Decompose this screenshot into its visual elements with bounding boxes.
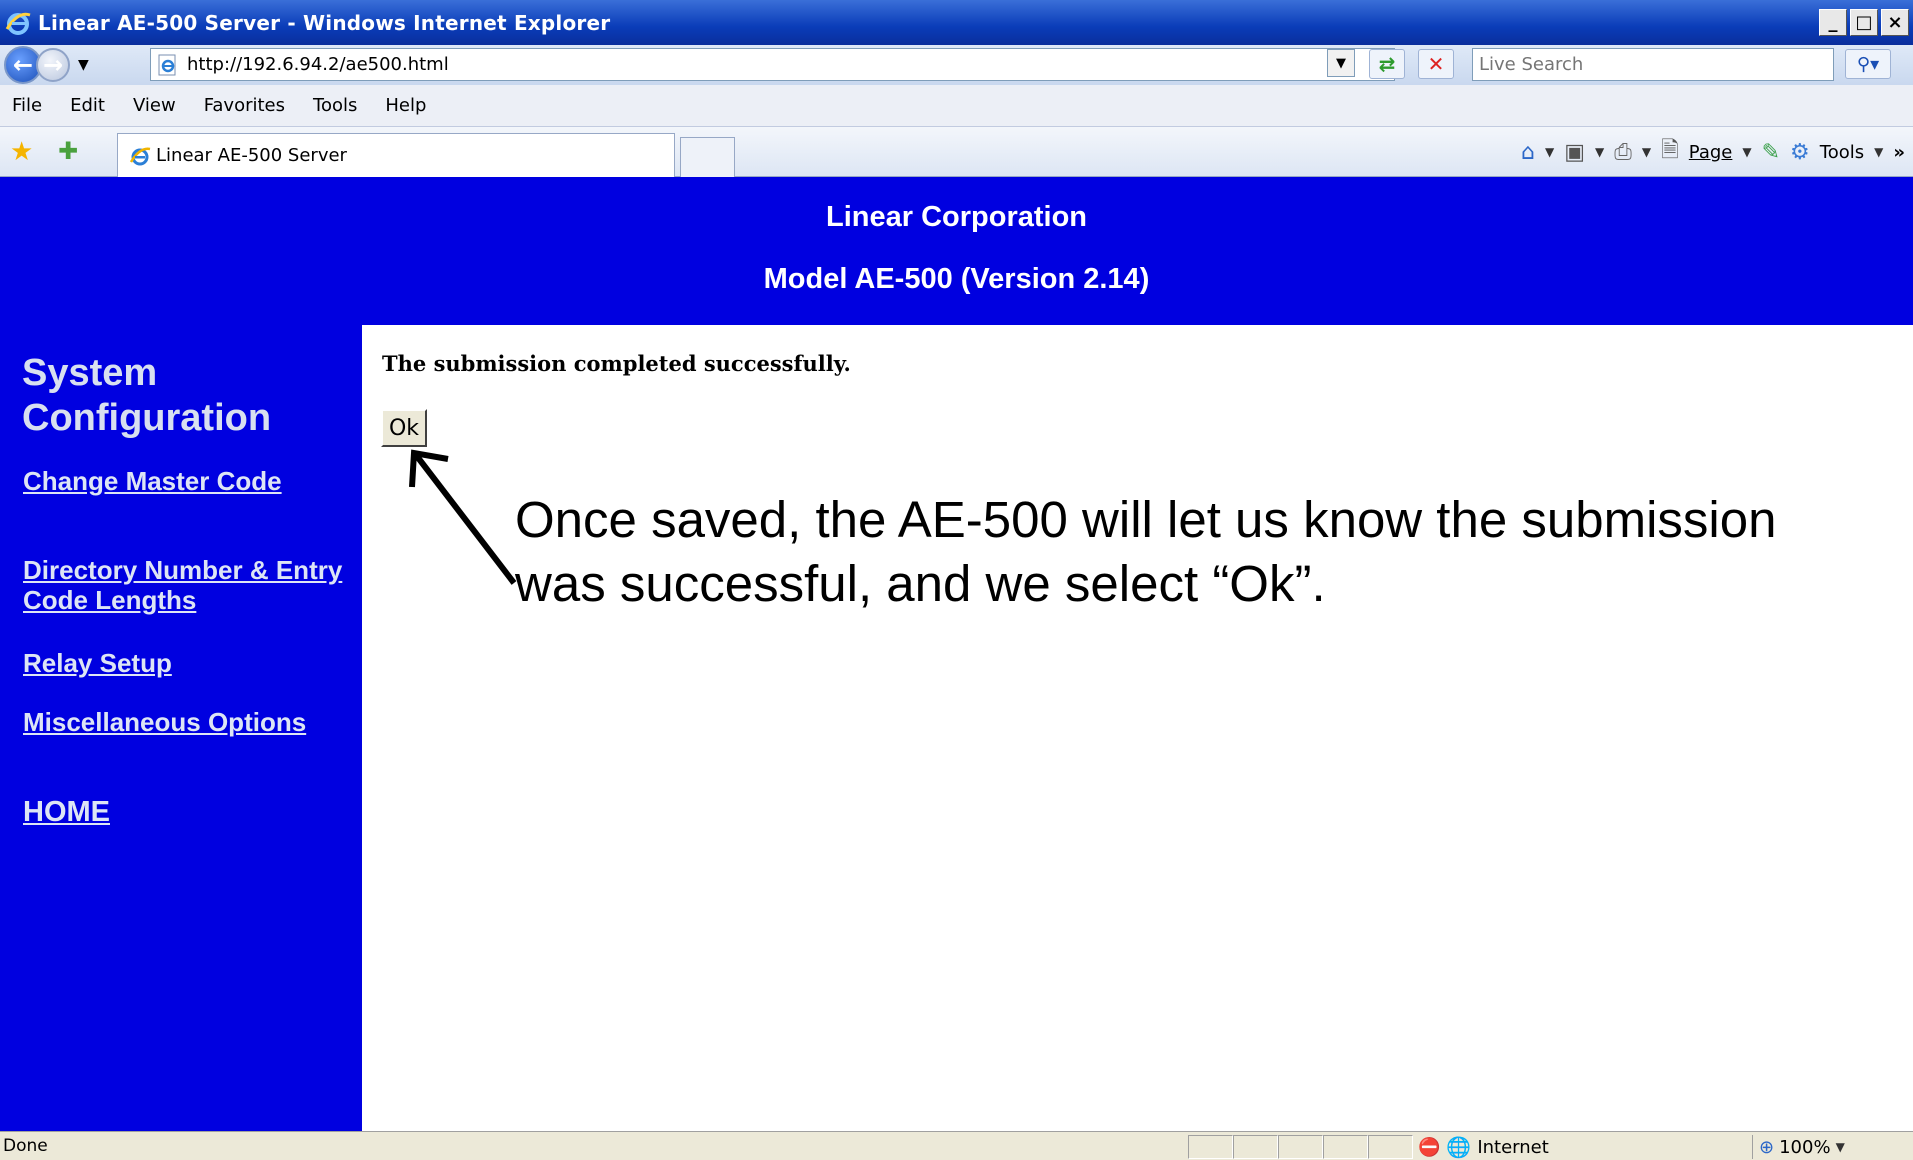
search-field[interactable] [1472, 48, 1834, 81]
menu-edit[interactable]: Edit [70, 95, 105, 116]
favorites-star-icon[interactable]: ★ [10, 137, 33, 167]
status-text: Done [3, 1136, 48, 1156]
forward-arrow-icon: → [42, 51, 64, 79]
sidebar-link-directory-number[interactable]: Directory Number & Entry Code Lengths [23, 555, 343, 615]
address-dropdown-icon[interactable]: ▼ [1327, 49, 1355, 77]
tab-ie-icon [129, 147, 151, 165]
sidebar-link-home[interactable]: HOME [23, 797, 343, 827]
status-panel [1278, 1135, 1323, 1159]
status-panel [1323, 1135, 1368, 1159]
forward-button[interactable]: → [36, 48, 70, 82]
toolbar-overflow-icon[interactable]: » [1893, 142, 1905, 163]
back-arrow-icon: ← [12, 51, 34, 79]
zone-label: Internet [1477, 1136, 1549, 1158]
maximize-button[interactable]: □ [1850, 9, 1878, 36]
menu-help[interactable]: Help [385, 95, 426, 116]
globe-icon: 🌐 [1446, 1135, 1472, 1159]
new-tab-button[interactable] [680, 137, 735, 177]
command-bar: ⌂ ▼ ▣ ▼ ⎙ ▼ 🗎 Page ▼ ✎ ⚙ Tools ▼ » [1521, 137, 1913, 167]
page-header: Linear Corporation Model AE-500 (Version… [0, 177, 1913, 325]
address-field[interactable]: http://192.6.94.2/ae500.html [150, 48, 1395, 81]
feeds-icon[interactable]: ▣ [1564, 140, 1585, 165]
research-icon[interactable]: ✎ [1762, 140, 1780, 165]
page-menu-icon: 🗎 [1661, 138, 1679, 163]
company-name: Linear Corporation [825, 201, 1087, 233]
sidebar-link-misc-options[interactable]: Miscellaneous Options [23, 707, 343, 737]
sidebar-link-relay-setup[interactable]: Relay Setup [23, 648, 343, 678]
address-url: http://192.6.94.2/ae500.html [187, 54, 449, 75]
ok-button[interactable]: Ok [381, 409, 427, 447]
menu-favorites[interactable]: Favorites [204, 95, 285, 116]
stop-button[interactable]: ✕ [1418, 49, 1454, 79]
tools-menu[interactable]: Tools [1820, 142, 1864, 163]
menu-file[interactable]: File [12, 95, 42, 116]
search-input[interactable] [1479, 54, 1833, 75]
status-panel [1233, 1135, 1278, 1159]
status-panel [1188, 1135, 1233, 1159]
success-message: The submission completed successfully. [382, 351, 851, 376]
zoom-dropdown-icon[interactable]: ▼ [1836, 1140, 1845, 1154]
model-version: Model AE-500 (Version 2.14) [763, 263, 1150, 295]
sidebar-title: System Configuration [22, 352, 272, 439]
address-toolbar: ← → ▼ http://192.6.94.2/ae500.html ▼ ⇄ ✕… [0, 45, 1913, 85]
home-dropdown-icon[interactable]: ▼ [1545, 145, 1554, 159]
add-favorite-icon[interactable]: ✚ [58, 137, 78, 165]
annotation-text: Once saved, the AE-500 will let us know … [515, 491, 1777, 612]
page-ie-icon [158, 54, 176, 75]
refresh-button[interactable]: ⇄ [1369, 49, 1405, 79]
status-panel [1368, 1135, 1413, 1159]
status-bar: Done ⛔ 🌐 Internet ⊕ 100% ▼ [0, 1131, 1913, 1160]
blocked-popup-icon[interactable]: ⛔ [1418, 1137, 1440, 1158]
menu-bar: File Edit View Favorites Tools Help [0, 85, 1913, 127]
home-icon[interactable]: ⌂ [1521, 140, 1535, 165]
security-zone[interactable]: ⛔ 🌐 Internet [1418, 1135, 1733, 1159]
status-panels [1188, 1135, 1413, 1159]
print-icon[interactable]: ⎙ [1614, 140, 1632, 165]
page-dropdown-icon[interactable]: ▼ [1742, 145, 1751, 159]
recent-pages-dropdown-icon[interactable]: ▼ [78, 57, 89, 73]
feeds-dropdown-icon[interactable]: ▼ [1595, 145, 1604, 159]
menu-view[interactable]: View [133, 95, 176, 116]
tab-linear-ae500[interactable]: Linear AE-500 Server [117, 133, 675, 177]
ie-logo-icon [5, 12, 31, 35]
zoom-icon: ⊕ [1759, 1136, 1775, 1158]
page-menu[interactable]: Page [1689, 142, 1733, 163]
window-title-bar: Linear AE-500 Server - Windows Internet … [0, 0, 1913, 45]
search-button[interactable]: ⚲▾ [1845, 49, 1891, 79]
print-dropdown-icon[interactable]: ▼ [1642, 145, 1651, 159]
main-content: The submission completed successfully. O… [362, 325, 1913, 1131]
annotation-arrow-icon [409, 449, 517, 585]
minimize-button[interactable]: _ [1819, 9, 1847, 36]
stop-icon: ✕ [1427, 52, 1445, 76]
close-button[interactable]: × [1881, 9, 1909, 36]
tools-gear-icon: ⚙ [1790, 139, 1810, 165]
tab-label: Linear AE-500 Server [156, 145, 347, 166]
zoom-control[interactable]: ⊕ 100% ▼ [1752, 1135, 1913, 1159]
zoom-level: 100% [1779, 1136, 1831, 1158]
tools-dropdown-icon[interactable]: ▼ [1874, 145, 1883, 159]
search-icon: ⚲▾ [1856, 53, 1880, 75]
window-title: Linear AE-500 Server - Windows Internet … [38, 10, 611, 35]
sidebar-link-change-master-code[interactable]: Change Master Code [23, 466, 343, 496]
tab-bar: ★ ✚ Linear AE-500 Server ⌂ ▼ ▣ ▼ ⎙ ▼ 🗎 P… [0, 127, 1913, 177]
refresh-icon: ⇄ [1378, 52, 1396, 76]
menu-tools[interactable]: Tools [313, 95, 357, 116]
sidebar: System Configuration Change Master Code … [0, 325, 362, 1131]
